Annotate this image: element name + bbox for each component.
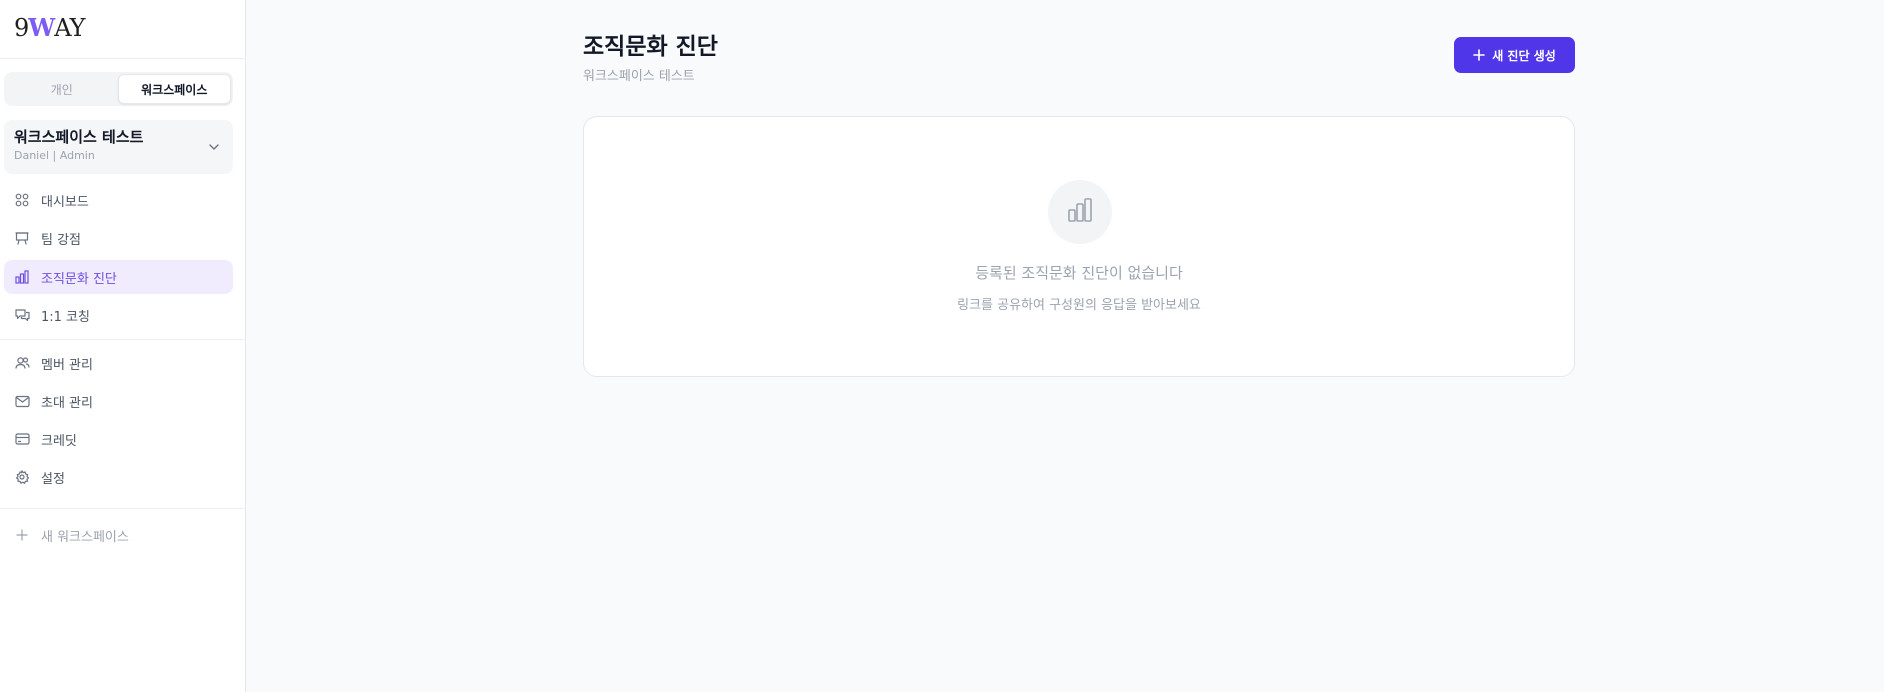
mail-icon xyxy=(14,393,30,409)
sidebar-item-label: 멤버 관리 xyxy=(41,357,93,373)
sidebar: 9WAY 개인 워크스페이스 워크스페이스 테스트 Daniel | Admin… xyxy=(0,0,246,692)
empty-state-icon-circle xyxy=(1048,180,1112,244)
workspace-selector[interactable]: 워크스페이스 테스트 Daniel | Admin xyxy=(4,120,233,174)
plus-icon xyxy=(14,527,30,543)
credit-card-icon xyxy=(14,431,30,447)
logo-text: 9WAY xyxy=(14,12,85,42)
scope-toggle: 개인 워크스페이스 xyxy=(4,72,233,106)
bar-chart-icon xyxy=(1066,196,1094,228)
sidebar-item-label: 초대 관리 xyxy=(41,395,93,411)
page-subtitle: 워크스페이스 테스트 xyxy=(583,69,695,84)
toggle-personal[interactable]: 개인 xyxy=(6,74,118,104)
easel-icon xyxy=(14,230,30,246)
sidebar-item-credits[interactable]: 크레딧 xyxy=(4,422,233,456)
workspace-user: Daniel | Admin xyxy=(14,149,95,162)
brand-logo[interactable]: 9WAY xyxy=(14,12,85,42)
sidebar-item-members[interactable]: 멤버 관리 xyxy=(4,346,233,380)
sidebar-item-label: 팀 강점 xyxy=(41,232,82,248)
sidebar-item-label: 1:1 코칭 xyxy=(41,309,90,325)
empty-state-title: 등록된 조직문화 진단이 없습니다 xyxy=(975,264,1183,282)
users-icon xyxy=(14,355,30,371)
empty-state-description: 링크를 공유하여 구성원의 응답을 받아보세요 xyxy=(957,298,1201,313)
new-workspace-label: 새 워크스페이스 xyxy=(41,529,129,545)
page-title: 조직문화 진단 xyxy=(583,34,718,60)
create-diagnosis-label: 새 진단 생성 xyxy=(1492,48,1556,63)
sidebar-item-settings[interactable]: 설정 xyxy=(4,460,233,494)
divider xyxy=(0,508,246,509)
sidebar-item-coaching[interactable]: 1:1 코칭 xyxy=(4,298,233,332)
gear-icon xyxy=(14,469,30,485)
create-diagnosis-button[interactable]: 새 진단 생성 xyxy=(1454,37,1575,73)
bar-chart-icon xyxy=(14,269,30,285)
empty-state-card: 등록된 조직문화 진단이 없습니다 링크를 공유하여 구성원의 응답을 받아보세… xyxy=(583,116,1575,377)
chevron-down-icon xyxy=(207,139,221,158)
sidebar-item-culture-diagnosis[interactable]: 조직문화 진단 xyxy=(4,260,233,294)
divider xyxy=(0,58,246,59)
sidebar-item-label: 대시보드 xyxy=(41,194,89,210)
grid-circles-icon xyxy=(14,192,30,208)
sidebar-item-invitations[interactable]: 초대 관리 xyxy=(4,384,233,418)
sidebar-item-label: 설정 xyxy=(41,471,65,487)
sidebar-item-label: 크레딧 xyxy=(41,433,77,449)
plus-icon xyxy=(1473,49,1486,61)
sidebar-item-label: 조직문화 진단 xyxy=(41,271,117,287)
divider xyxy=(0,339,246,340)
sidebar-item-team-strengths[interactable]: 팀 강점 xyxy=(4,221,233,255)
sidebar-item-dashboard[interactable]: 대시보드 xyxy=(4,183,233,217)
workspace-name: 워크스페이스 테스트 xyxy=(14,128,144,146)
new-workspace-button[interactable]: 새 워크스페이스 xyxy=(4,518,233,552)
chat-bubbles-icon xyxy=(14,307,30,323)
toggle-workspace[interactable]: 워크스페이스 xyxy=(117,74,231,104)
